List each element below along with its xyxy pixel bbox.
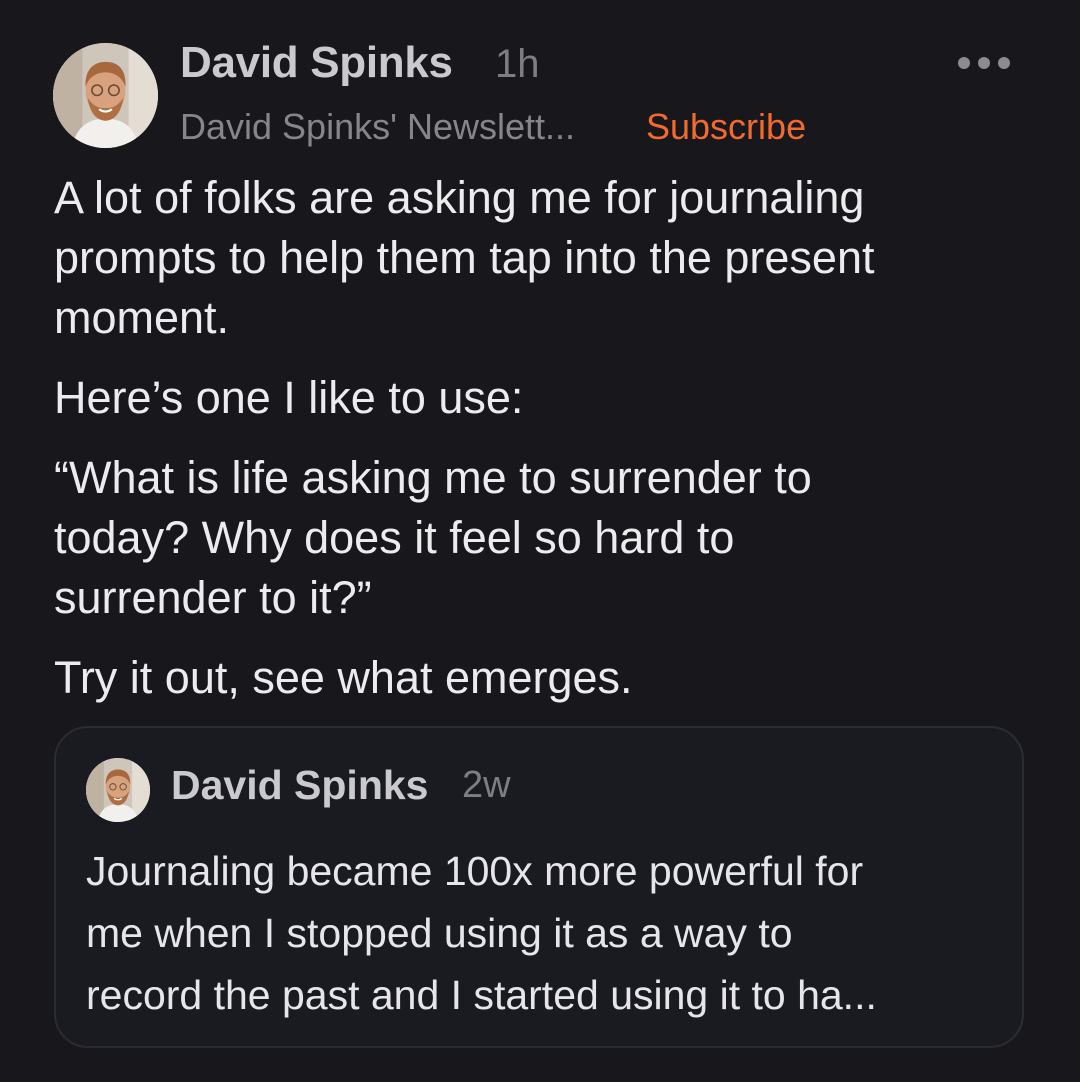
note-paragraph: A lot of folks are asking me for journal… <box>54 172 875 343</box>
more-options-button[interactable] <box>958 48 1010 78</box>
author-avatar[interactable] <box>53 43 158 148</box>
more-horizontal-icon-dot <box>978 57 990 69</box>
quoted-timestamp: 2w <box>462 764 511 806</box>
note-paragraph: “What is life asking me to surrender to … <box>54 452 812 623</box>
author-name[interactable]: David Spinks <box>180 38 453 88</box>
author-avatar-image <box>53 43 158 148</box>
quoted-author-avatar-image <box>86 758 150 822</box>
quoted-note-text: Journaling became 100x more powerful for… <box>86 848 877 1018</box>
publication-name[interactable]: David Spinks' Newslett... <box>180 106 575 148</box>
quoted-author-name: David Spinks <box>171 762 429 808</box>
subscribe-button[interactable]: Subscribe <box>646 106 806 148</box>
note-body: A lot of folks are asking me for journal… <box>54 168 1044 728</box>
note-post: David Spinks 1h David Spinks' Newslett..… <box>0 0 1080 1082</box>
more-horizontal-icon <box>958 57 970 69</box>
note-paragraph: Try it out, see what emerges. <box>54 652 633 703</box>
more-horizontal-icon-dot <box>998 57 1010 69</box>
post-timestamp: 1h <box>495 42 540 86</box>
note-paragraph: Here’s one I like to use: <box>54 372 524 423</box>
quoted-note-card[interactable]: David Spinks 2w Journaling became 100x m… <box>54 726 1024 1048</box>
quoted-author-avatar <box>86 758 150 822</box>
